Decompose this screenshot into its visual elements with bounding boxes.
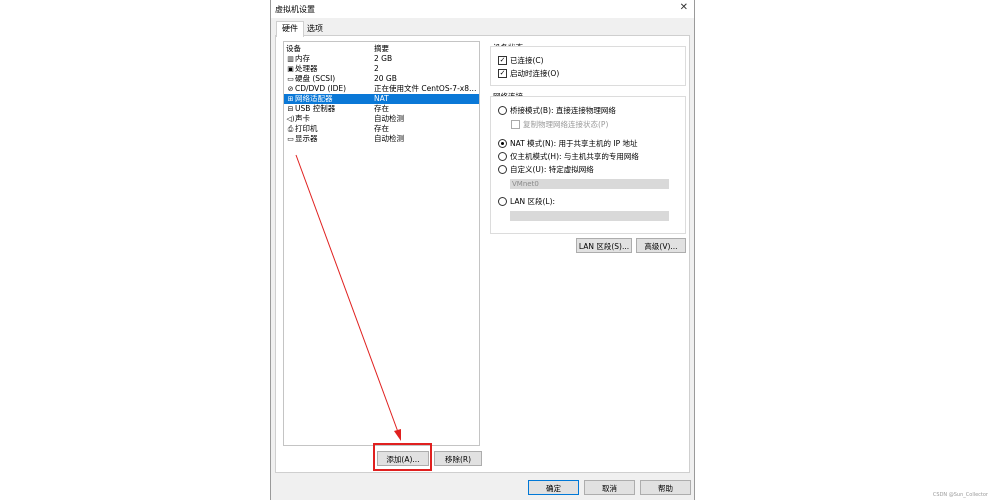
annotation-arrow (295, 154, 401, 441)
annotation-highlight-box (373, 443, 432, 471)
tab-hardware[interactable]: 硬件 (276, 21, 304, 37)
arrow-line (295, 154, 399, 433)
watermark: CSDN @Sun_Collector (932, 492, 988, 498)
arrow-head (394, 429, 401, 441)
